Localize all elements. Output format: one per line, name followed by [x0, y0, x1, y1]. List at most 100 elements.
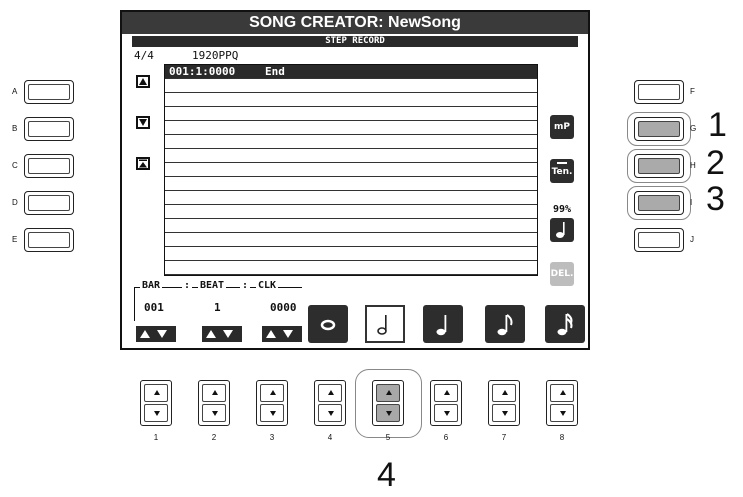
down-arrow-icon[interactable]	[550, 404, 574, 422]
up-down-button-5[interactable]	[372, 380, 404, 426]
button-d[interactable]	[24, 191, 74, 215]
up-arrow-icon[interactable]	[550, 384, 574, 402]
whole-note-icon[interactable]	[308, 305, 348, 343]
up-arrow-icon[interactable]	[144, 384, 168, 402]
up-down-button-3[interactable]	[256, 380, 288, 426]
button-j[interactable]	[634, 228, 684, 252]
event-row[interactable]	[165, 261, 537, 275]
up-arrow-icon[interactable]	[376, 384, 400, 402]
quarter-note-icon[interactable]	[423, 305, 463, 343]
quarter-note-icon[interactable]	[550, 218, 574, 242]
button-letter-a: A	[12, 87, 18, 96]
button-number-6: 6	[443, 433, 449, 442]
up-down-button-2[interactable]	[198, 380, 230, 426]
event-position: 001:1:0000	[169, 65, 236, 78]
event-row[interactable]	[165, 107, 537, 121]
button-letter-b: B	[12, 124, 18, 133]
callout-2: 2	[706, 144, 725, 182]
mp-icon[interactable]: mP	[550, 115, 574, 139]
bar-value: 001	[144, 301, 164, 314]
button-b[interactable]	[24, 117, 74, 141]
up-arrow-icon[interactable]	[260, 384, 284, 402]
button-g[interactable]	[634, 117, 684, 141]
down-arrow-icon[interactable]	[144, 404, 168, 422]
button-number-4: 4	[327, 433, 333, 442]
down-arrow-icon[interactable]	[376, 404, 400, 422]
button-letter-f: F	[690, 87, 695, 96]
event-row[interactable]	[165, 219, 537, 233]
button-number-3: 3	[269, 433, 275, 442]
button-f[interactable]	[634, 80, 684, 104]
lcd-screen: SONG CREATOR: NewSong STEP RECORD 4/4 19…	[120, 10, 590, 350]
tenuto-icon[interactable]: Ten.	[550, 159, 574, 183]
up-down-button-1[interactable]	[140, 380, 172, 426]
button-number-7: 7	[501, 433, 507, 442]
button-a[interactable]	[24, 80, 74, 104]
clk-up-down-arrows[interactable]	[262, 326, 302, 342]
event-row[interactable]	[165, 93, 537, 107]
clk-value: 0000	[270, 301, 297, 314]
eighth-note-icon[interactable]	[485, 305, 525, 343]
callout-3: 3	[706, 180, 725, 218]
scroll-up-button[interactable]	[136, 75, 150, 88]
up-down-button-7[interactable]	[488, 380, 520, 426]
down-arrow-icon[interactable]	[202, 404, 226, 422]
event-list[interactable]: 001:1:0000 End	[164, 64, 538, 276]
bar-up-down-arrows[interactable]	[136, 326, 176, 342]
gate-time-value: 99%	[552, 204, 572, 215]
event-row[interactable]	[165, 247, 537, 261]
up-down-button-6[interactable]	[430, 380, 462, 426]
button-e[interactable]	[24, 228, 74, 252]
down-arrow-icon[interactable]	[260, 404, 284, 422]
beat-value: 1	[214, 301, 221, 314]
delete-icon: DEL.	[550, 262, 574, 286]
button-number-2: 2	[211, 433, 217, 442]
button-number-8: 8	[559, 433, 565, 442]
down-arrow-icon[interactable]	[318, 404, 342, 422]
separator: :	[240, 280, 251, 291]
scroll-down-button[interactable]	[136, 116, 150, 129]
down-arrow-icon[interactable]	[434, 404, 458, 422]
down-arrow-icon[interactable]	[492, 404, 516, 422]
button-letter-g: G	[690, 124, 697, 133]
event-row[interactable]	[165, 233, 537, 247]
scroll-top-button[interactable]	[136, 157, 150, 170]
button-letter-i: I	[690, 198, 693, 207]
up-arrow-icon[interactable]	[492, 384, 516, 402]
up-down-button-8[interactable]	[546, 380, 578, 426]
button-h[interactable]	[634, 154, 684, 178]
up-arrow-icon[interactable]	[434, 384, 458, 402]
sixteenth-note-icon[interactable]	[545, 305, 585, 343]
button-letter-h: H	[690, 161, 696, 170]
event-row[interactable]	[165, 79, 537, 93]
resolution: 1920PPQ	[192, 49, 239, 62]
half-note-icon[interactable]	[365, 305, 405, 343]
button-letter-c: C	[12, 161, 18, 170]
screen-title: SONG CREATOR: NewSong	[122, 12, 588, 34]
button-i[interactable]	[634, 191, 684, 215]
up-arrow-icon[interactable]	[202, 384, 226, 402]
button-letter-j: J	[690, 235, 694, 244]
button-number-5: 5	[385, 433, 391, 442]
event-row[interactable]	[165, 177, 537, 191]
up-arrow-icon[interactable]	[318, 384, 342, 402]
event-row[interactable]	[165, 121, 537, 135]
event-row[interactable]	[165, 163, 537, 177]
time-signature: 4/4	[134, 49, 154, 62]
button-c[interactable]	[24, 154, 74, 178]
event-row[interactable]	[165, 191, 537, 205]
event-row[interactable]	[165, 149, 537, 163]
up-down-button-4[interactable]	[314, 380, 346, 426]
beat-label: BEAT	[198, 280, 227, 291]
event-type: End	[265, 65, 285, 78]
bar-beat-clock: BAR : BEAT : CLK 001 1 0000	[134, 280, 304, 322]
event-row[interactable]: 001:1:0000 End	[165, 65, 537, 79]
event-row[interactable]	[165, 205, 537, 219]
callout-1: 1	[708, 106, 727, 144]
tenuto-label: Ten.	[551, 167, 573, 177]
clk-label: CLK	[256, 280, 279, 291]
bar-label: BAR	[140, 280, 163, 291]
beat-up-down-arrows[interactable]	[202, 326, 242, 342]
button-letter-d: D	[12, 198, 18, 207]
event-row[interactable]	[165, 135, 537, 149]
